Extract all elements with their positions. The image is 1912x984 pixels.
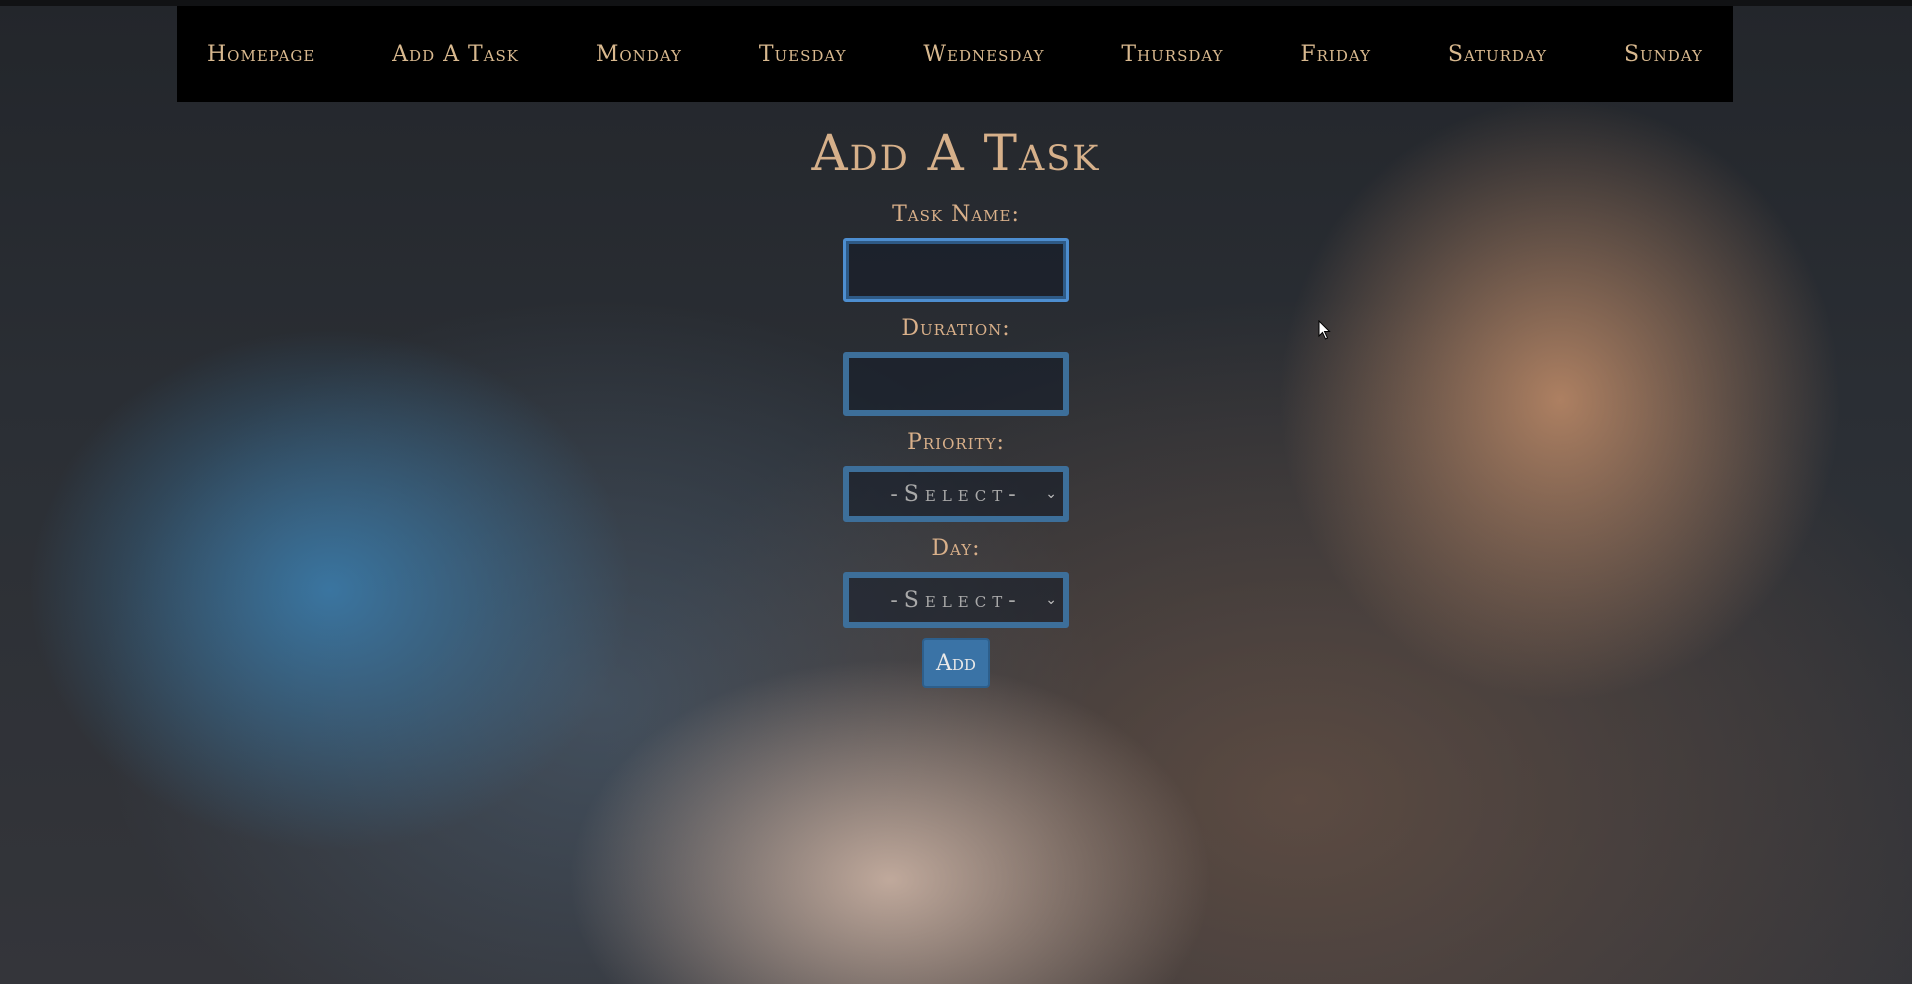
mouse-pointer-icon	[1318, 320, 1331, 340]
nav-link-friday[interactable]: Friday	[1300, 42, 1371, 67]
add-task-form: Add A Task Task Name: Duration: Priority…	[756, 118, 1156, 688]
main-navbar: Homepage Add A Task Monday Tuesday Wedne…	[177, 6, 1733, 102]
nav-link-thursday[interactable]: Thursday	[1121, 42, 1223, 67]
nav-link-tuesday[interactable]: Tuesday	[759, 42, 847, 67]
chevron-down-icon: ⌄	[1045, 486, 1057, 502]
task-name-input[interactable]	[843, 238, 1069, 302]
day-select-value: -Select-	[890, 587, 1022, 613]
priority-label: Priority:	[907, 430, 1005, 455]
nav-link-add-a-task[interactable]: Add A Task	[392, 42, 519, 67]
nav-link-homepage[interactable]: Homepage	[207, 42, 315, 67]
day-select[interactable]: -Select- ⌄	[843, 572, 1069, 628]
add-task-button[interactable]: Add	[922, 638, 990, 688]
nav-link-saturday[interactable]: Saturday	[1448, 42, 1547, 67]
day-label: Day:	[931, 536, 981, 561]
nav-link-sunday[interactable]: Sunday	[1624, 42, 1703, 67]
priority-select[interactable]: -Select- ⌄	[843, 466, 1069, 522]
priority-select-value: -Select-	[890, 481, 1022, 507]
chevron-down-icon: ⌄	[1045, 592, 1057, 608]
page-title: Add A Task	[811, 124, 1101, 182]
duration-input[interactable]	[843, 352, 1069, 416]
task-name-label: Task Name:	[892, 202, 1020, 227]
nav-link-monday[interactable]: Monday	[596, 42, 682, 67]
nav-link-wednesday[interactable]: Wednesday	[923, 42, 1044, 67]
duration-label: Duration:	[901, 316, 1011, 341]
